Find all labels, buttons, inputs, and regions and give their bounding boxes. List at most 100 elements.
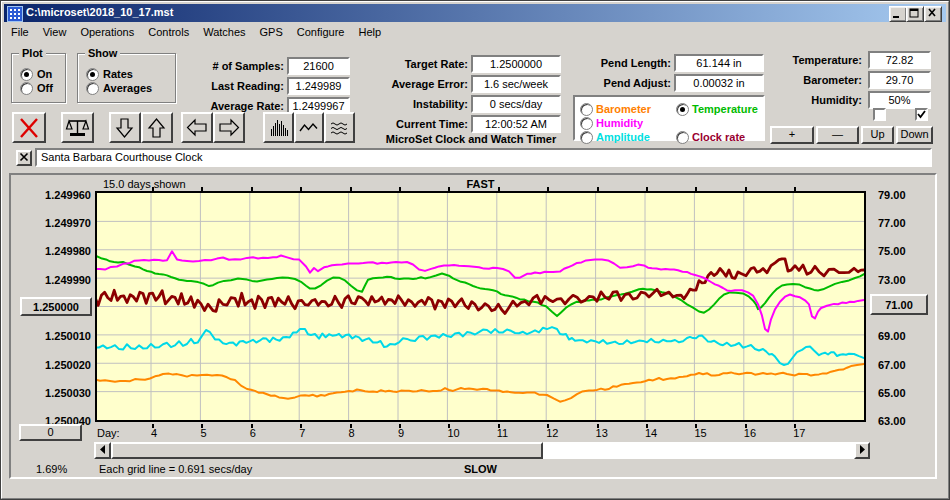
plot-on-radio[interactable]: [20, 68, 33, 81]
clear-name-button[interactable]: [16, 150, 32, 166]
plus-button[interactable]: +: [770, 126, 814, 144]
average-error-field: 1.6 sec/week: [471, 75, 561, 93]
target-rate-field: 1.2500000: [471, 55, 561, 73]
day-tick-label: 15: [694, 427, 706, 439]
amplitude-radio[interactable]: [580, 131, 593, 144]
minus-button[interactable]: —: [816, 126, 859, 144]
clock-rate-option-label: Clock rate: [692, 131, 745, 143]
show-rates-label: Rates: [103, 68, 133, 80]
menu-gps[interactable]: GPS: [253, 23, 290, 38]
current-time-field: 12:00:52 AM: [471, 115, 561, 133]
humidity-radio[interactable]: [580, 117, 593, 130]
scroll-right-button[interactable]: [854, 442, 870, 459]
day-tick-label: 5: [200, 427, 206, 439]
plot-off-label: Off: [37, 82, 53, 94]
last-reading-field: 1.249989: [287, 77, 350, 95]
day-tick-label: 14: [645, 427, 657, 439]
menu-watches[interactable]: Watches: [196, 23, 252, 38]
clock-rate-radio[interactable]: [676, 131, 689, 144]
day-tick-label: 16: [744, 427, 756, 439]
right-axis-8: 63.00: [878, 415, 934, 427]
left-axis-1: 1.249970: [31, 217, 91, 229]
line-plot-button[interactable]: [294, 112, 324, 143]
instability-field: 0 secs/day: [471, 95, 561, 113]
balance-button[interactable]: [61, 112, 94, 143]
minimize-button[interactable]: [889, 6, 907, 22]
day-tick-label: 9: [398, 427, 404, 439]
barometer-label: Barometer:: [740, 74, 862, 86]
slow-label: SLOW: [95, 463, 866, 475]
menu-view[interactable]: View: [36, 23, 74, 38]
series-amplitude: [97, 327, 864, 365]
scrollbar-thumb[interactable]: [111, 442, 543, 459]
temperature-radio[interactable]: [676, 103, 689, 116]
average-rate-label: Average Rate:: [161, 100, 284, 112]
day-tick-label: 10: [447, 427, 459, 439]
maximize-button[interactable]: [906, 6, 924, 22]
app-title: MicroSet Clock and Watch Timer: [376, 133, 566, 145]
day-tick-label: 6: [250, 427, 256, 439]
scroll-left-button[interactable]: [94, 442, 111, 459]
zero-button[interactable]: 0: [19, 424, 82, 441]
trace-selector-box: Barometer Humidity Amplitude Temperature…: [573, 95, 765, 141]
temperature-label: Temperature:: [740, 54, 862, 66]
menu-operations[interactable]: Operations: [73, 23, 141, 38]
day-tick-label: 11: [497, 427, 508, 439]
show-averages-radio[interactable]: [86, 82, 99, 95]
samples-label: # of Samples:: [161, 60, 284, 72]
checkbox-right[interactable]: [915, 108, 928, 121]
app-window: C:\microset\2018_10_17.mst FileViewOpera…: [0, 0, 950, 500]
up-button[interactable]: Up: [861, 126, 894, 144]
title-bar[interactable]: C:\microset\2018_10_17.mst: [4, 4, 946, 22]
humidity-option-label: Humidity: [596, 117, 643, 129]
left-axis-2: 1.249980: [31, 245, 91, 257]
close-button[interactable]: [924, 6, 942, 22]
left-axis-6: 1.250020: [31, 359, 91, 371]
left-axis-7: 1.250030: [31, 387, 91, 399]
right-axis-5: 69.00: [878, 330, 934, 342]
barometer-field: 29.70: [868, 71, 931, 89]
day-tick-label: 4: [151, 427, 157, 439]
window-title: C:\microset\2018_10_17.mst: [26, 6, 173, 18]
menu-help[interactable]: Help: [352, 23, 389, 38]
barometer-radio[interactable]: [580, 103, 593, 116]
arrow-left-button[interactable]: [181, 112, 213, 143]
arrow-down-button[interactable]: [109, 112, 141, 143]
left-axis-5: 1.250010: [31, 330, 91, 342]
amplitude-option-label: Amplitude: [596, 131, 650, 143]
histogram-button[interactable]: [263, 112, 294, 143]
average-error-label: Average Error:: [346, 78, 468, 90]
smooth-plot-button[interactable]: [324, 112, 355, 143]
day-axis-title: Day:: [97, 427, 120, 439]
right-axis-3: 73.00: [878, 274, 934, 286]
plot-on-label: On: [37, 68, 52, 80]
right-axis-2: 75.00: [878, 245, 934, 257]
day-tick-label: 8: [349, 427, 355, 439]
plot-area[interactable]: [95, 191, 866, 422]
right-axis-center-button[interactable]: 71.00: [870, 294, 928, 315]
current-time-label: Current Time:: [346, 118, 468, 130]
menu-bar: FileViewOperationsControlsWatchesGPSConf…: [4, 23, 946, 41]
checkbox-left[interactable]: [873, 108, 886, 121]
plot-off-radio[interactable]: [20, 82, 33, 95]
menu-file[interactable]: File: [4, 23, 36, 38]
left-axis-center-button[interactable]: 1.250000: [20, 297, 92, 316]
plot-group-legend: Plot: [19, 47, 46, 59]
series-barometer: [97, 364, 864, 402]
day-tick-label: 7: [299, 427, 305, 439]
day-tick-label: 13: [596, 427, 608, 439]
menu-configure[interactable]: Configure: [290, 23, 352, 38]
arrow-up-button[interactable]: [141, 112, 173, 143]
delete-button[interactable]: [12, 112, 46, 143]
last-reading-label: Last Reading:: [161, 80, 284, 92]
samples-field: 21600: [287, 57, 350, 75]
arrow-right-button[interactable]: [213, 112, 245, 143]
temperature-field: 72.82: [868, 51, 931, 69]
app-icon: [7, 6, 23, 22]
down-button[interactable]: Down: [896, 126, 933, 144]
humidity-field: 50%: [868, 91, 931, 109]
clock-name-input[interactable]: Santa Barbara Courthouse Clock: [35, 148, 932, 167]
menu-controls[interactable]: Controls: [141, 23, 196, 38]
show-rates-radio[interactable]: [86, 68, 99, 81]
day-tick-label: 17: [793, 427, 805, 439]
